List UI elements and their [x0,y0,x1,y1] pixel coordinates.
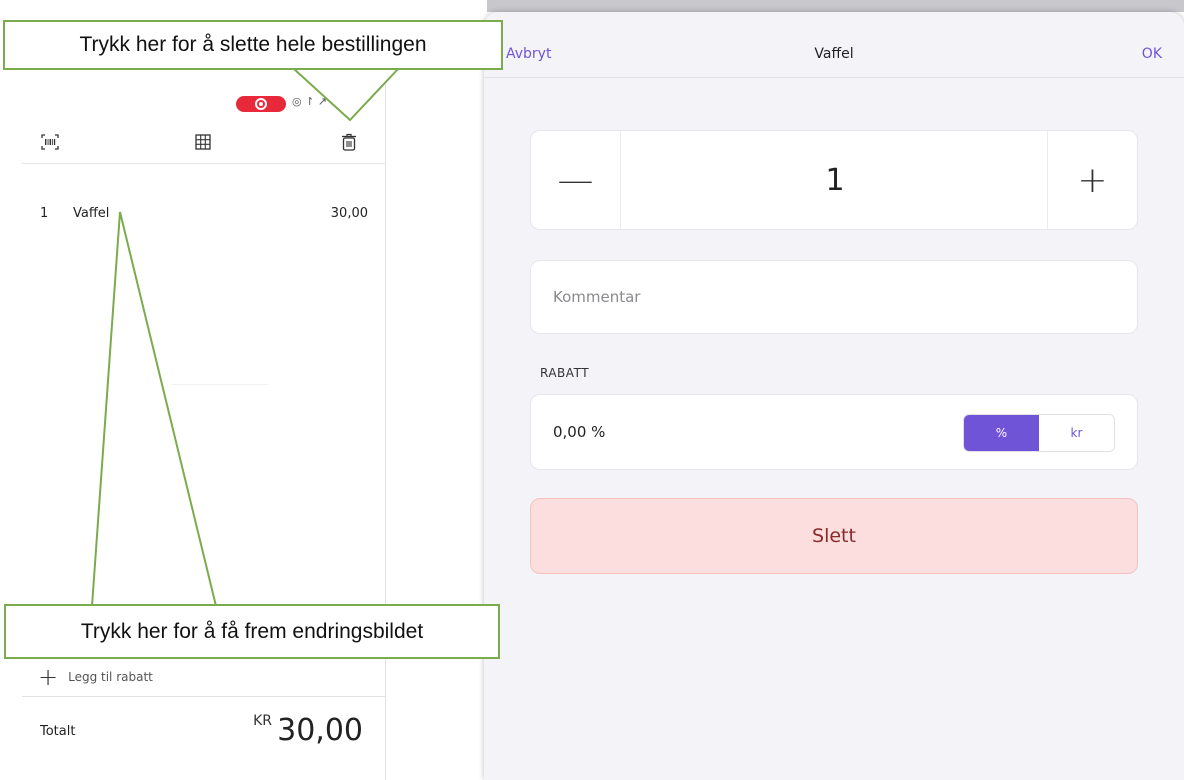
quantity-value: 1 [825,162,845,198]
edit-view-callout: Trykk her for å få frem endringsbildet [4,604,500,659]
comment-field [530,260,1138,334]
delete-order-callout: Trykk her for å slette hele bestillingen [3,20,503,70]
divider [172,384,268,385]
delete-button[interactable]: Slett [530,498,1138,574]
item-quantity: 1 [40,206,49,221]
kroner-option[interactable]: kr [1039,415,1114,451]
pos-order-panel: ◎ ↾ ↗ 5 1 Vaffel 30,00 + Legg til rabatt… [22,70,386,780]
add-discount-label: Legg til rabatt [68,670,153,684]
status-bar-icons: ◎ ↾ ↗ 5 [292,95,338,108]
barcode-scan-icon[interactable] [40,132,60,152]
increment-button[interactable]: + [1047,131,1137,229]
trash-icon[interactable] [339,132,359,152]
plus-icon: + [38,663,59,691]
discount-unit-toggle: % kr [963,414,1115,452]
dialog-header: Avbryt Vaffel OK [484,12,1184,78]
quantity-stepper: — 1 + [530,130,1138,230]
total-label: Totalt [40,724,76,739]
ok-button[interactable]: OK [1142,46,1162,62]
item-name: Vaffel [73,206,110,221]
discount-field: 0,00 % % kr [530,394,1138,470]
record-icon [236,96,286,112]
discount-heading: RABATT [540,366,590,380]
dialog-title: Vaffel [814,46,854,62]
total-amount: KR 30,00 [253,713,363,748]
pos-toolbar [22,124,386,164]
total-currency: KR [253,713,273,729]
comment-input[interactable] [531,261,1137,333]
total-value: 30,00 [277,713,363,748]
divider [22,696,386,697]
add-discount-button[interactable]: + Legg til rabatt [38,665,153,689]
table-grid-icon[interactable] [193,132,213,152]
decrement-button[interactable]: — [531,131,621,229]
item-price: 30,00 [330,206,368,221]
percent-option[interactable]: % [964,415,1039,451]
edit-item-dialog: Avbryt Vaffel OK — 1 + RABATT 0,00 % % k… [484,12,1184,780]
discount-value-input[interactable]: 0,00 % [553,423,605,441]
background-strip [487,0,1184,12]
order-line-item[interactable]: 1 Vaffel 30,00 [22,200,386,230]
